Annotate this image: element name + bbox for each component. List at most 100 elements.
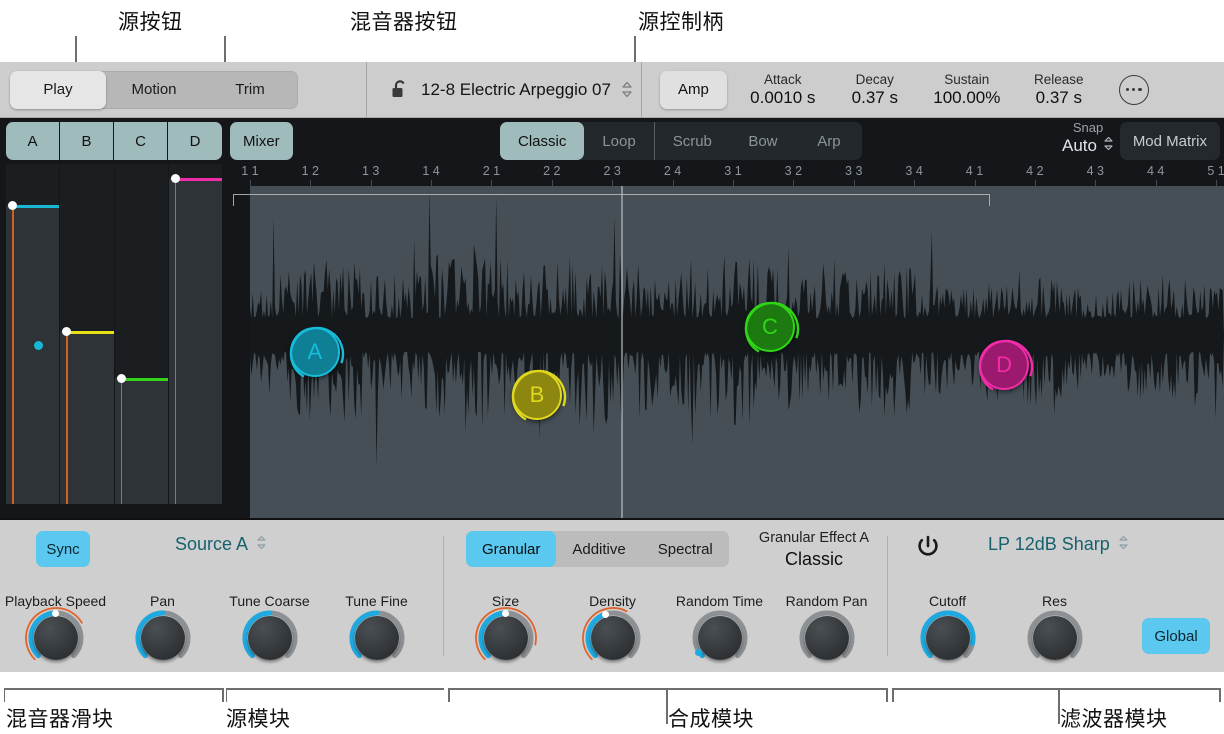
source-select[interactable]: Source A (175, 534, 267, 555)
knob-mod-dot[interactable] (695, 648, 703, 656)
knob-tune-coarse[interactable]: Tune Coarse (216, 593, 323, 664)
view-tab-play[interactable]: Play (10, 70, 106, 109)
source-button-b[interactable]: B (60, 122, 114, 160)
filter-knob-row[interactable]: Cutoff Res (894, 593, 1108, 664)
mod-matrix-button[interactable]: Mod Matrix (1119, 122, 1220, 160)
knob-tune-fine[interactable]: Tune Fine (323, 593, 430, 664)
knob-body[interactable] (247, 616, 292, 660)
knob-density[interactable]: Density (559, 593, 666, 664)
snap-control[interactable]: Snap Auto (1062, 120, 1114, 156)
sync-button[interactable]: Sync (36, 531, 90, 567)
knob-mod-dot[interactable] (502, 609, 509, 617)
mixer-fader-d[interactable] (168, 164, 222, 504)
knob-dial[interactable] (581, 607, 640, 664)
waveform-graphic (249, 190, 1224, 468)
filter-type-select[interactable]: LP 12dB Sharp (988, 534, 1129, 555)
preset-stepper[interactable] (621, 81, 633, 98)
chevron-updown-icon[interactable] (1103, 136, 1114, 156)
envelope-sustain[interactable]: Sustain 100.00% (921, 72, 1013, 108)
knob-mod-dot[interactable] (602, 610, 610, 618)
knob-pan[interactable]: Pan (109, 593, 216, 664)
knob-dial[interactable] (920, 610, 975, 664)
source-knob-row[interactable]: Playback Speed Pan Tune Coarse Tune Fine (2, 593, 430, 664)
envelope-attack[interactable]: Attack 0.0010 s (737, 72, 829, 108)
envelope-release[interactable]: Release 0.37 s (1013, 72, 1105, 108)
source-button-c[interactable]: C (114, 122, 168, 160)
source-button-a[interactable]: A (6, 122, 60, 160)
knob-dial[interactable] (692, 610, 747, 664)
knob-playback-speed[interactable]: Playback Speed (2, 593, 109, 664)
knob-dial[interactable] (24, 607, 83, 664)
fader-handle[interactable] (8, 200, 17, 210)
source-handle-c[interactable]: C (744, 301, 800, 357)
mode-tab-arp[interactable]: Arp (796, 122, 862, 160)
knob-dial[interactable] (242, 610, 297, 664)
view-tab-motion[interactable]: Motion (106, 71, 202, 109)
fader-handle[interactable] (116, 374, 126, 384)
preset-selector[interactable]: 12-8 Electric Arpeggio 07 (389, 79, 633, 101)
snap-value-row[interactable]: Auto (1062, 136, 1114, 156)
global-button[interactable]: Global (1142, 618, 1210, 654)
amp-button[interactable]: Amp (659, 70, 727, 109)
knob-body[interactable] (354, 616, 399, 660)
mode-tab-bow[interactable]: Bow (730, 122, 796, 160)
mode-tab-classic[interactable]: Classic (500, 122, 585, 160)
source-handle-b[interactable]: B (511, 370, 567, 425)
knob-mod-dot[interactable] (52, 609, 59, 617)
fader-mod-dot[interactable] (34, 340, 43, 350)
fader-fill (114, 378, 168, 504)
mode-tab-scrub[interactable]: Scrub (655, 122, 730, 160)
timeline-ruler[interactable]: 1 1 1 2 1 3 1 4 2 1 2 2 2 3 2 4 3 1 3 2 3 3 3 4 4 1 4… (228, 164, 1224, 186)
knob-dial[interactable] (349, 610, 404, 664)
knob-body[interactable] (140, 616, 185, 660)
chevron-updown-icon[interactable] (1118, 534, 1129, 555)
granular-effect-readout[interactable]: Granular Effect A Classic (744, 529, 884, 571)
knob-body[interactable] (1032, 616, 1077, 660)
playback-mode-tabs[interactable]: Classic Loop Scrub Bow Arp (500, 122, 862, 160)
more-options-icon[interactable] (1118, 74, 1149, 105)
knob-random-pan[interactable]: Random Pan (773, 593, 880, 664)
waveform-mode-bar: Classic Loop Scrub Bow Arp Snap Auto Mod… (228, 120, 1224, 160)
knob-body[interactable] (804, 616, 849, 660)
mode-tab-loop[interactable]: Loop (584, 122, 653, 160)
engine-tab-additive[interactable]: Additive (556, 531, 641, 567)
synth-knob-row[interactable]: Size Density Random Time Random Pan (452, 593, 880, 664)
mixer-faders[interactable] (6, 164, 222, 504)
source-handle-a[interactable]: A (289, 326, 345, 382)
source-handle-label: D (996, 352, 1012, 378)
view-mode-tabs[interactable]: Play Motion Trim (10, 70, 298, 109)
chevron-updown-icon[interactable] (256, 534, 267, 555)
fader-handle[interactable] (170, 173, 180, 183)
knob-body[interactable] (590, 616, 635, 660)
source-handle-d[interactable]: D (978, 340, 1034, 395)
engine-tab-spectral[interactable]: Spectral (642, 531, 729, 567)
callout-label: 合成模块 (668, 708, 754, 731)
view-tab-trim[interactable]: Trim (202, 71, 298, 109)
fader-handle[interactable] (62, 326, 72, 336)
knob-body[interactable] (483, 616, 528, 660)
knob-size[interactable]: Size (452, 593, 559, 664)
knob-body[interactable] (925, 616, 970, 660)
mixer-fader-c[interactable] (114, 164, 169, 504)
knob-cutoff[interactable]: Cutoff (894, 593, 1001, 664)
knob-body[interactable] (697, 616, 742, 660)
filter-module: LP 12dB Sharp Cutoff Res Global (888, 520, 1224, 672)
waveform-display[interactable]: A B C D (228, 186, 1224, 518)
mixer-fader-b[interactable] (60, 164, 115, 504)
knob-dial[interactable] (799, 610, 854, 664)
knob-body[interactable] (33, 616, 78, 660)
knob-res[interactable]: Res (1001, 593, 1108, 664)
synth-module: Granular Additive Spectral Granular Effect… (444, 520, 887, 672)
power-icon[interactable] (915, 533, 941, 559)
envelope-decay[interactable]: Decay 0.37 s (829, 72, 921, 108)
knob-dial[interactable] (474, 607, 537, 664)
knob-dial[interactable] (135, 610, 190, 664)
source-button-d[interactable]: D (168, 122, 222, 160)
engine-tab-granular[interactable]: Granular (466, 531, 557, 567)
unlocked-padlock-icon[interactable] (389, 79, 411, 101)
mixer-fader-a[interactable] (6, 164, 61, 504)
playhead[interactable] (621, 186, 623, 518)
knob-random-time[interactable]: Random Time (666, 593, 773, 664)
synth-engine-tabs[interactable]: Granular Additive Spectral (466, 531, 729, 567)
knob-dial[interactable] (1027, 610, 1082, 664)
